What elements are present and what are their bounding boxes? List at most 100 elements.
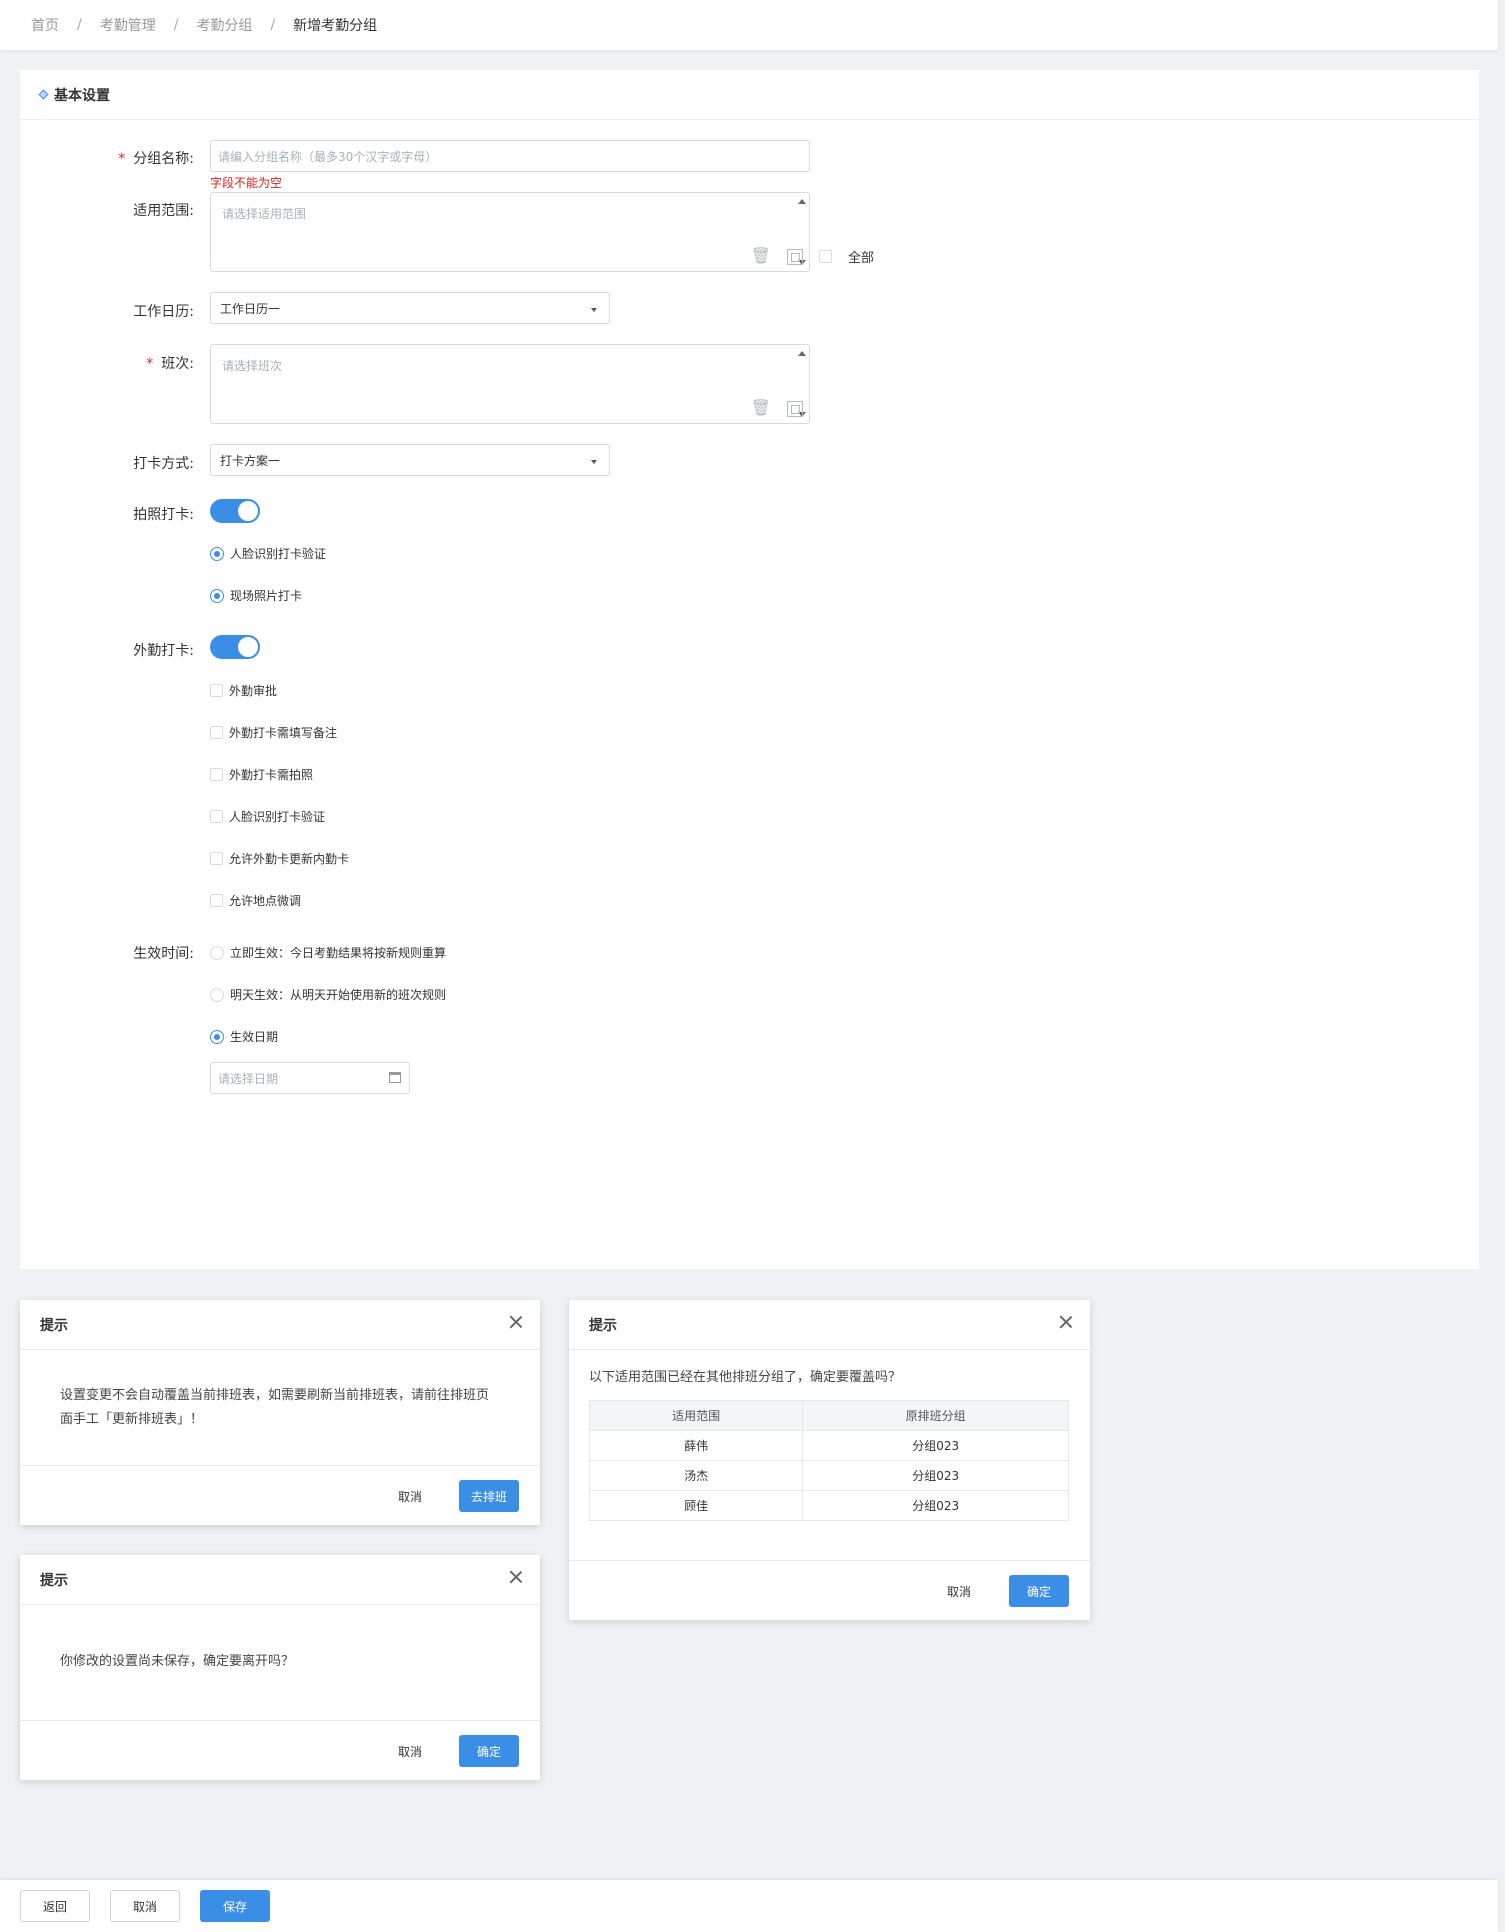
scope-input[interactable]: 请选择适用范围 🗑 — [210, 192, 810, 272]
radio-icon — [210, 1029, 224, 1044]
cancel-button[interactable]: 取消 — [398, 1488, 422, 1505]
field-option-adjust[interactable]: 允许地点微调 — [210, 892, 301, 909]
breadcrumb-home[interactable]: 首页 — [31, 15, 59, 35]
calendar-select[interactable]: 工作日历一 — [210, 292, 610, 324]
checkbox-icon — [210, 768, 223, 781]
effective-option-tomorrow[interactable]: 明天生效：从明天开始使用新的班次规则 — [210, 986, 446, 1003]
calendar-label: 工作日历: — [133, 304, 194, 320]
dialog-body: 以下适用范围已经在其他排班分组了，确定要覆盖吗？ — [589, 1370, 902, 1385]
required-mark: * — [146, 356, 154, 372]
dialog-header: 提示 — [569, 1300, 1090, 1350]
back-button[interactable]: 返回 — [20, 1890, 90, 1922]
clock-method-select[interactable]: 打卡方案一 — [210, 444, 610, 476]
diamond-icon — [38, 89, 49, 100]
effective-option-date[interactable]: 生效日期 — [210, 1028, 278, 1045]
dialog-header: 提示 — [20, 1300, 540, 1350]
org-select-icon[interactable] — [787, 401, 803, 417]
trash-icon[interactable]: 🗑 — [751, 398, 771, 417]
table-cell: 薛伟 — [588, 1430, 804, 1461]
chevron-down-icon — [591, 308, 597, 312]
field-option-remark[interactable]: 外勤打卡需填写备注 — [210, 724, 337, 741]
scope-all-checkbox[interactable]: 全部 — [819, 247, 874, 266]
effective-option-now[interactable]: 立即生效：今日考勤结果将按新规则重算 — [210, 944, 446, 961]
dialog-footer: 取消 确定 — [20, 1720, 540, 1780]
breadcrumb-groups[interactable]: 考勤分组 — [196, 15, 252, 35]
field-clock-toggle[interactable] — [210, 635, 260, 659]
field-option-face[interactable]: 人脸识别打卡验证 — [210, 808, 325, 825]
radio-icon — [210, 945, 224, 960]
photo-option-face[interactable]: 人脸识别打卡验证 — [210, 545, 326, 562]
trash-icon[interactable]: 🗑 — [751, 246, 771, 265]
radio-icon — [210, 546, 224, 561]
scope-conflict-dialog: 提示 以下适用范围已经在其他排班分组了，确定要覆盖吗？ 适用范围 原排班分组 薛… — [569, 1300, 1090, 1620]
confirm-button[interactable]: 确定 — [459, 1735, 519, 1767]
checkbox-icon — [210, 810, 223, 823]
checkbox-icon — [210, 852, 223, 865]
photo-clock-label: 拍照打卡: — [133, 507, 194, 523]
shift-input[interactable]: 请选择班次 🗑 — [210, 344, 810, 424]
table-cell: 分组023 — [802, 1490, 1069, 1521]
group-name-input[interactable]: 请编入分组名称（最多30个汉字或字母） — [210, 140, 810, 172]
toggle-knob — [238, 637, 258, 657]
confirm-button[interactable]: 确定 — [1009, 1575, 1069, 1607]
close-icon[interactable] — [508, 1569, 524, 1585]
dialog-title: 提示 — [40, 1317, 68, 1334]
bottom-action-bar: 返回 取消 保存 — [0, 1880, 1498, 1932]
table-header-row: 适用范围 原排班分组 — [588, 1400, 1069, 1431]
clock-method-label: 打卡方式: — [133, 456, 194, 472]
form-panel: 基本设置 * 分组名称: 请编入分组名称（最多30个汉字或字母） 字段不能为空 适… — [20, 70, 1479, 1269]
dialog-footer: 取消 去排班 — [20, 1465, 540, 1525]
save-button[interactable]: 保存 — [200, 1890, 270, 1922]
scroll-up-icon[interactable] — [798, 199, 806, 204]
effective-date-input[interactable]: 请选择日期 — [210, 1062, 410, 1094]
table-cell: 汤杰 — [588, 1460, 804, 1491]
checkbox-icon — [210, 894, 223, 907]
breadcrumb-attendance[interactable]: 考勤管理 — [100, 15, 156, 35]
scroll-up-icon[interactable] — [798, 351, 806, 356]
schedule-notice-dialog: 提示 设置变更不会自动覆盖当前排班表，如需要刷新当前排班表，请前往排班页面手工「… — [20, 1300, 540, 1525]
group-name-error: 字段不能为空 — [210, 176, 283, 190]
go-schedule-button[interactable]: 去排班 — [459, 1480, 519, 1512]
checkbox-icon — [210, 726, 223, 739]
table-cell: 分组023 — [802, 1430, 1069, 1461]
dialog-body: 设置变更不会自动覆盖当前排班表，如需要刷新当前排班表，请前往排班页面手工「更新排… — [60, 1388, 490, 1427]
breadcrumb-separator: / — [77, 17, 82, 33]
dialog-title: 提示 — [589, 1317, 617, 1334]
table-cell: 顾佳 — [588, 1490, 804, 1521]
table-row: 薛伟 分组023 — [588, 1430, 1069, 1461]
chevron-down-icon — [591, 460, 597, 464]
close-icon[interactable] — [508, 1314, 524, 1330]
cancel-button[interactable]: 取消 — [398, 1743, 422, 1760]
breadcrumb: 首页 / 考勤管理 / 考勤分组 / 新增考勤分组 — [0, 0, 1498, 50]
leave-confirm-dialog: 提示 你修改的设置尚未保存，确定要离开吗？ 取消 确定 — [20, 1555, 540, 1780]
checkbox-icon — [819, 250, 832, 263]
field-option-approval[interactable]: 外勤审批 — [210, 682, 277, 699]
photo-option-scene[interactable]: 现场照片打卡 — [210, 587, 302, 604]
dialog-body: 你修改的设置尚未保存，确定要离开吗？ — [60, 1654, 295, 1669]
field-clock-label: 外勤打卡: — [133, 643, 194, 659]
org-select-icon[interactable] — [787, 249, 803, 265]
effective-label: 生效时间: — [133, 946, 194, 962]
scope-label: 适用范围: — [133, 203, 194, 219]
table-row: 汤杰 分组023 — [588, 1460, 1069, 1491]
table-row: 顾佳 分组023 — [588, 1490, 1069, 1521]
dialog-footer: 取消 确定 — [569, 1560, 1090, 1620]
radio-icon — [210, 588, 224, 603]
breadcrumb-current: 新增考勤分组 — [293, 18, 378, 34]
toggle-knob — [238, 501, 258, 521]
breadcrumb-separator: / — [270, 17, 276, 33]
field-option-photo[interactable]: 外勤打卡需拍照 — [210, 766, 313, 783]
table-header: 原排班分组 — [802, 1400, 1069, 1431]
breadcrumb-separator: / — [173, 17, 179, 33]
shift-label: * 班次: — [146, 356, 194, 372]
close-icon[interactable] — [1058, 1314, 1074, 1330]
section-title: 基本设置 — [54, 87, 110, 104]
field-option-update[interactable]: 允许外勤卡更新内勤卡 — [210, 850, 349, 867]
dialog-header: 提示 — [20, 1555, 540, 1605]
required-mark: * — [118, 151, 126, 167]
photo-clock-toggle[interactable] — [210, 499, 260, 523]
checkbox-icon — [210, 684, 223, 697]
calendar-icon[interactable] — [389, 1072, 401, 1083]
cancel-button[interactable]: 取消 — [110, 1890, 180, 1922]
cancel-button[interactable]: 取消 — [947, 1583, 971, 1600]
